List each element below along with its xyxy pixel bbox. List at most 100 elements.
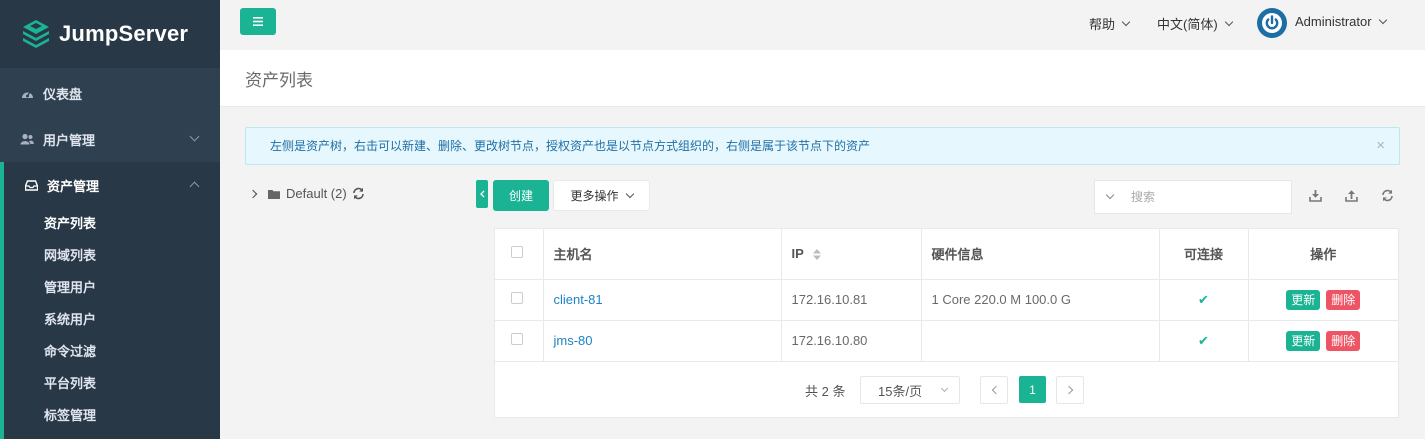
delete-button[interactable]: 删除 bbox=[1326, 330, 1361, 351]
brand-name: JumpServer bbox=[59, 21, 189, 46]
ip-cell: 172.16.10.80 bbox=[781, 320, 922, 362]
delete-button[interactable]: 删除 bbox=[1326, 289, 1361, 310]
jumpserver-logo-icon bbox=[23, 20, 49, 48]
table-row: client-81 172.16.10.81 1 Core 220.0 M 10… bbox=[495, 279, 1398, 321]
header-select-all bbox=[495, 229, 544, 280]
prev-page-button[interactable] bbox=[980, 376, 1008, 404]
help-menu[interactable]: 帮助 bbox=[1089, 14, 1131, 33]
page-header: 资产列表 bbox=[220, 50, 1425, 107]
chevron-down-icon bbox=[940, 384, 949, 393]
toggle-sidebar-button[interactable] bbox=[240, 8, 276, 35]
chevron-down-icon bbox=[1121, 17, 1131, 26]
check-icon: ✔ bbox=[1198, 291, 1209, 307]
alert-text: 左侧是资产树，右击可以新建、删除、更改树节点，授权资产也是以节点方式组织的，右侧… bbox=[270, 139, 871, 153]
close-icon[interactable]: × bbox=[1376, 128, 1385, 164]
chevron-right-icon[interactable] bbox=[248, 189, 258, 198]
connectable-cell: ✔ bbox=[1159, 279, 1249, 321]
row-checkbox[interactable] bbox=[511, 333, 523, 345]
help-label: 帮助 bbox=[1089, 17, 1116, 32]
sidebar-subitem-asset-list[interactable]: 资产列表 bbox=[4, 208, 220, 240]
language-label: 中文(简体) bbox=[1157, 17, 1218, 32]
sidebar-subitem-label-management[interactable]: 标签管理 bbox=[4, 400, 220, 432]
folder-icon bbox=[268, 189, 280, 199]
chevron-right-icon bbox=[1064, 385, 1073, 395]
asset-tree: Default (2) bbox=[248, 186, 365, 201]
row-select-cell bbox=[495, 279, 544, 321]
hostname-link[interactable]: jms-80 bbox=[554, 333, 593, 348]
page-title: 资产列表 bbox=[245, 71, 313, 90]
chevron-left-icon bbox=[479, 190, 484, 198]
hostname-cell: client-81 bbox=[543, 279, 782, 321]
sidebar-item-assets[interactable]: 资产管理 bbox=[0, 162, 220, 208]
chevron-down-icon bbox=[1378, 15, 1387, 24]
sidebar-item-label: 仪表盘 bbox=[43, 86, 83, 102]
language-menu[interactable]: 中文(简体) bbox=[1157, 14, 1233, 33]
page-number-current[interactable]: 1 bbox=[1019, 376, 1046, 403]
info-alert: 左侧是资产树，右击可以新建、删除、更改树节点，授权资产也是以节点方式组织的，右侧… bbox=[245, 127, 1400, 165]
chevron-down-icon bbox=[625, 189, 634, 198]
sidebar-subitem-admin-users[interactable]: 管理用户 bbox=[4, 272, 220, 304]
hostname-cell: jms-80 bbox=[543, 320, 782, 362]
actions-cell: 更新 删除 bbox=[1248, 279, 1398, 321]
refresh-icon[interactable] bbox=[352, 187, 365, 200]
page-size-select[interactable]: 15条/页 bbox=[860, 376, 960, 404]
table-row: jms-80 172.16.10.80 ✔ 更新 删除 bbox=[495, 320, 1398, 362]
next-page-button[interactable] bbox=[1056, 376, 1084, 404]
search-box bbox=[1094, 180, 1292, 214]
sidebar-submenu-assets: 资产列表 网域列表 管理用户 系统用户 命令过滤 平台列表 标签管理 bbox=[0, 208, 220, 439]
sidebar-subitem-command-filters[interactable]: 命令过滤 bbox=[4, 336, 220, 368]
header-ip-label: IP bbox=[791, 246, 804, 262]
update-button[interactable]: 更新 bbox=[1286, 289, 1321, 310]
inbox-icon bbox=[24, 178, 38, 192]
header-hostname[interactable]: 主机名 bbox=[543, 229, 782, 280]
check-icon: ✔ bbox=[1198, 332, 1209, 348]
more-actions-dropdown[interactable]: 更多操作 bbox=[553, 180, 650, 211]
dashboard-icon bbox=[20, 86, 34, 100]
update-button[interactable]: 更新 bbox=[1286, 330, 1321, 351]
page-size-label: 15条/页 bbox=[878, 383, 923, 399]
hardware-cell bbox=[921, 320, 1160, 362]
username-label: Administrator bbox=[1295, 14, 1372, 29]
power-icon bbox=[1262, 13, 1282, 33]
sidebar-item-dashboard[interactable]: 仪表盘 bbox=[0, 70, 220, 116]
sidebar-subitem-domain-list[interactable]: 网域列表 bbox=[4, 240, 220, 272]
hamburger-icon bbox=[253, 17, 263, 26]
sidebar-item-users[interactable]: 用户管理 bbox=[0, 116, 220, 162]
row-checkbox[interactable] bbox=[511, 292, 523, 304]
asset-table: 主机名 IP 硬件信息 可连接 操作 client-81 172.16.10.8… bbox=[495, 229, 1398, 362]
sort-icon bbox=[813, 249, 822, 261]
import-icon[interactable] bbox=[1343, 187, 1359, 203]
logo[interactable]: JumpServer bbox=[0, 0, 220, 68]
select-all-checkbox[interactable] bbox=[511, 246, 523, 259]
collapse-tree-button[interactable] bbox=[476, 180, 488, 208]
hardware-cell: 1 Core 220.0 M 100.0 G bbox=[921, 279, 1160, 321]
sidebar: JumpServer 仪表盘 用户管理 资产管理 资产列表 网域列表 管理用户 … bbox=[0, 0, 220, 439]
export-icon[interactable] bbox=[1307, 187, 1323, 203]
chevron-down-icon[interactable] bbox=[1105, 190, 1115, 200]
create-button[interactable]: 创建 bbox=[493, 180, 549, 211]
table-header-row: 主机名 IP 硬件信息 可连接 操作 bbox=[495, 229, 1398, 280]
sidebar-subitem-platform-list[interactable]: 平台列表 bbox=[4, 368, 220, 400]
sidebar-subitem-system-users[interactable]: 系统用户 bbox=[4, 304, 220, 336]
chevron-up-icon bbox=[189, 181, 200, 192]
header-ip[interactable]: IP bbox=[781, 229, 922, 280]
sidebar-item-label: 资产管理 bbox=[47, 178, 100, 194]
tree-node-default[interactable]: Default (2) bbox=[286, 186, 347, 201]
avatar[interactable] bbox=[1257, 8, 1287, 38]
more-actions-label: 更多操作 bbox=[570, 189, 619, 203]
ip-cell: 172.16.10.81 bbox=[781, 279, 922, 321]
header-hardware: 硬件信息 bbox=[921, 229, 1160, 280]
sidebar-item-label: 用户管理 bbox=[43, 132, 96, 148]
header-actions: 操作 bbox=[1248, 229, 1398, 280]
refresh-icon[interactable] bbox=[1379, 187, 1395, 203]
search-input[interactable] bbox=[1131, 190, 1271, 204]
chevron-left-icon bbox=[991, 385, 1000, 395]
row-select-cell bbox=[495, 320, 544, 362]
pagination-total: 共 2 条 bbox=[805, 384, 846, 399]
chevron-down-icon bbox=[189, 131, 200, 142]
user-menu[interactable]: Administrator bbox=[1295, 14, 1387, 29]
actions-cell: 更新 删除 bbox=[1248, 320, 1398, 362]
header-connectable: 可连接 bbox=[1159, 229, 1249, 280]
connectable-cell: ✔ bbox=[1159, 320, 1249, 362]
hostname-link[interactable]: client-81 bbox=[554, 292, 603, 307]
